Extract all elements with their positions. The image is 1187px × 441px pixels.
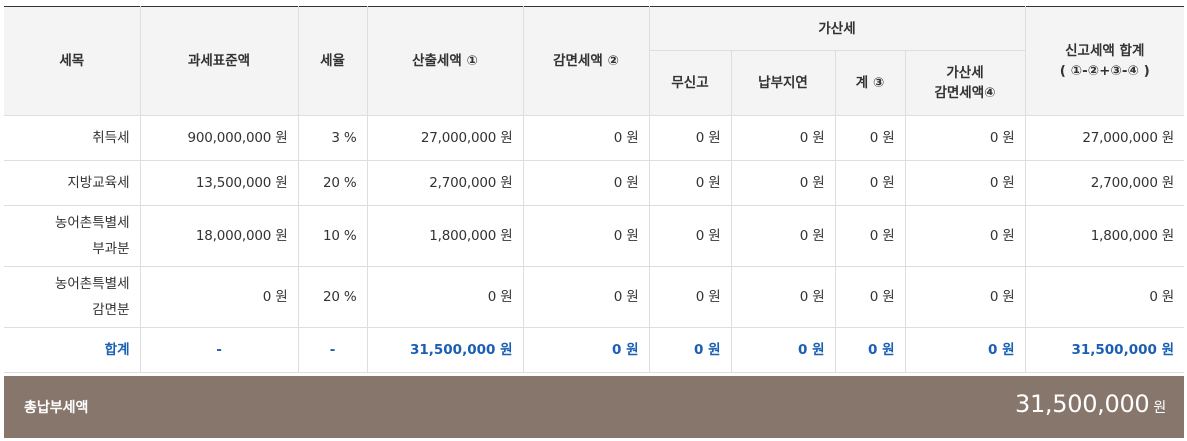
total-penalty-sum: 0 원 — [834, 327, 906, 373]
header-report-total-line1: 신고세액 합계 — [1065, 43, 1145, 59]
cell-no-report: 0 원 — [648, 205, 732, 267]
cell-base: 13,500,000 원 — [139, 160, 299, 206]
cell-item-line2: 감면분 — [92, 302, 130, 318]
tax-summary: 세목 과세표준액 세율 산출세액 ① 감면세액 ② 가산세 신고세액 합계 ( … — [4, 6, 1185, 373]
tax-table: 세목 과세표준액 세율 산출세액 ① 감면세액 ② 가산세 신고세액 합계 ( … — [4, 6, 1185, 373]
total-item: 합계 — [4, 327, 141, 373]
cell-reduction: 0 원 — [522, 205, 650, 267]
cell-item: 지방교육세 — [4, 160, 141, 206]
cell-no-report: 0 원 — [648, 115, 732, 161]
header-penalty-reduction-line1: 가산세 — [946, 65, 984, 81]
cell-base: 900,000,000 원 — [139, 115, 299, 161]
table-row: 농어촌특별세 감면분 0 원 20 % 0 원 0 원 0 원 0 원 0 원 … — [4, 266, 1185, 328]
cell-penalty-reduction: 0 원 — [904, 115, 1026, 161]
cell-penalty-sum: 0 원 — [834, 266, 906, 328]
cell-late-pay: 0 원 — [730, 160, 836, 206]
header-penalty-group: 가산세 — [648, 6, 1026, 51]
grand-total-bar: 총납부세액 31,500,000 원 — [4, 376, 1184, 438]
cell-no-report: 0 원 — [648, 160, 732, 206]
header-rate: 세율 — [297, 6, 368, 116]
total-rate: - — [297, 327, 368, 373]
grand-total-amount: 31,500,000 — [1014, 390, 1150, 418]
cell-calc: 2,700,000 원 — [366, 160, 524, 206]
table-row: 지방교육세 13,500,000 원 20 % 2,700,000 원 0 원 … — [4, 160, 1185, 206]
total-report-total: 31,500,000 원 — [1024, 327, 1185, 373]
cell-base: 0 원 — [139, 266, 299, 328]
cell-penalty-reduction: 0 원 — [904, 266, 1026, 328]
cell-report-total: 0 원 — [1024, 266, 1185, 328]
cell-no-report: 0 원 — [648, 266, 732, 328]
header-reduction: 감면세액 ② — [522, 6, 650, 116]
cell-report-total: 27,000,000 원 — [1024, 115, 1185, 161]
cell-item: 농어촌특별세 부과분 — [4, 205, 141, 267]
cell-base: 18,000,000 원 — [139, 205, 299, 267]
cell-reduction: 0 원 — [522, 115, 650, 161]
cell-penalty-sum: 0 원 — [834, 205, 906, 267]
grand-total-unit: 원 — [1153, 400, 1166, 416]
grand-total-value: 31,500,000 원 — [1015, 390, 1166, 418]
cell-rate: 10 % — [297, 205, 368, 267]
table-body: 취득세 900,000,000 원 3 % 27,000,000 원 0 원 0… — [4, 115, 1185, 373]
cell-rate: 20 % — [297, 266, 368, 328]
total-calc: 31,500,000 원 — [366, 327, 524, 373]
header-report-total-line2: ( ①-②+③-④ ) — [1059, 63, 1150, 79]
header-base: 과세표준액 — [139, 6, 299, 116]
header-item: 세목 — [4, 6, 141, 116]
cell-rate: 20 % — [297, 160, 368, 206]
cell-penalty-reduction: 0 원 — [904, 205, 1026, 267]
cell-calc: 1,800,000 원 — [366, 205, 524, 267]
header-penalty-reduction: 가산세 감면세액④ — [904, 50, 1026, 116]
cell-report-total: 1,800,000 원 — [1024, 205, 1185, 267]
header-report-total: 신고세액 합계 ( ①-②+③-④ ) — [1024, 6, 1185, 116]
cell-item: 취득세 — [4, 115, 141, 161]
table-row: 취득세 900,000,000 원 3 % 27,000,000 원 0 원 0… — [4, 115, 1185, 161]
table-header: 세목 과세표준액 세율 산출세액 ① 감면세액 ② 가산세 신고세액 합계 ( … — [4, 6, 1185, 116]
total-base: - — [139, 327, 299, 373]
header-late-pay: 납부지연 — [730, 50, 836, 116]
cell-report-total: 2,700,000 원 — [1024, 160, 1185, 206]
cell-reduction: 0 원 — [522, 266, 650, 328]
cell-penalty-reduction: 0 원 — [904, 160, 1026, 206]
total-row: 합계 - - 31,500,000 원 0 원 0 원 0 원 0 원 0 원 … — [4, 327, 1185, 373]
cell-reduction: 0 원 — [522, 160, 650, 206]
cell-calc: 0 원 — [366, 266, 524, 328]
total-late-pay: 0 원 — [730, 327, 836, 373]
cell-item-line1: 농어촌특별세 — [54, 215, 130, 231]
total-penalty-reduction: 0 원 — [904, 327, 1026, 373]
header-penalty-reduction-line2: 감면세액④ — [934, 85, 996, 101]
cell-late-pay: 0 원 — [730, 266, 836, 328]
cell-rate: 3 % — [297, 115, 368, 161]
cell-late-pay: 0 원 — [730, 115, 836, 161]
header-no-report: 무신고 — [649, 50, 732, 116]
cell-item: 농어촌특별세 감면분 — [4, 266, 141, 328]
header-penalty-sum: 계 ③ — [834, 50, 906, 116]
table-row: 농어촌특별세 부과분 18,000,000 원 10 % 1,800,000 원… — [4, 205, 1185, 267]
cell-item-line1: 농어촌특별세 — [54, 276, 130, 292]
cell-late-pay: 0 원 — [730, 205, 836, 267]
grand-total-label: 총납부세액 — [24, 400, 89, 416]
cell-calc: 27,000,000 원 — [366, 115, 524, 161]
cell-item-line2: 부과분 — [92, 241, 130, 257]
cell-penalty-sum: 0 원 — [834, 160, 906, 206]
total-no-report: 0 원 — [648, 327, 732, 373]
cell-penalty-sum: 0 원 — [834, 115, 906, 161]
header-calc: 산출세액 ① — [366, 6, 524, 116]
total-reduction: 0 원 — [522, 327, 650, 373]
